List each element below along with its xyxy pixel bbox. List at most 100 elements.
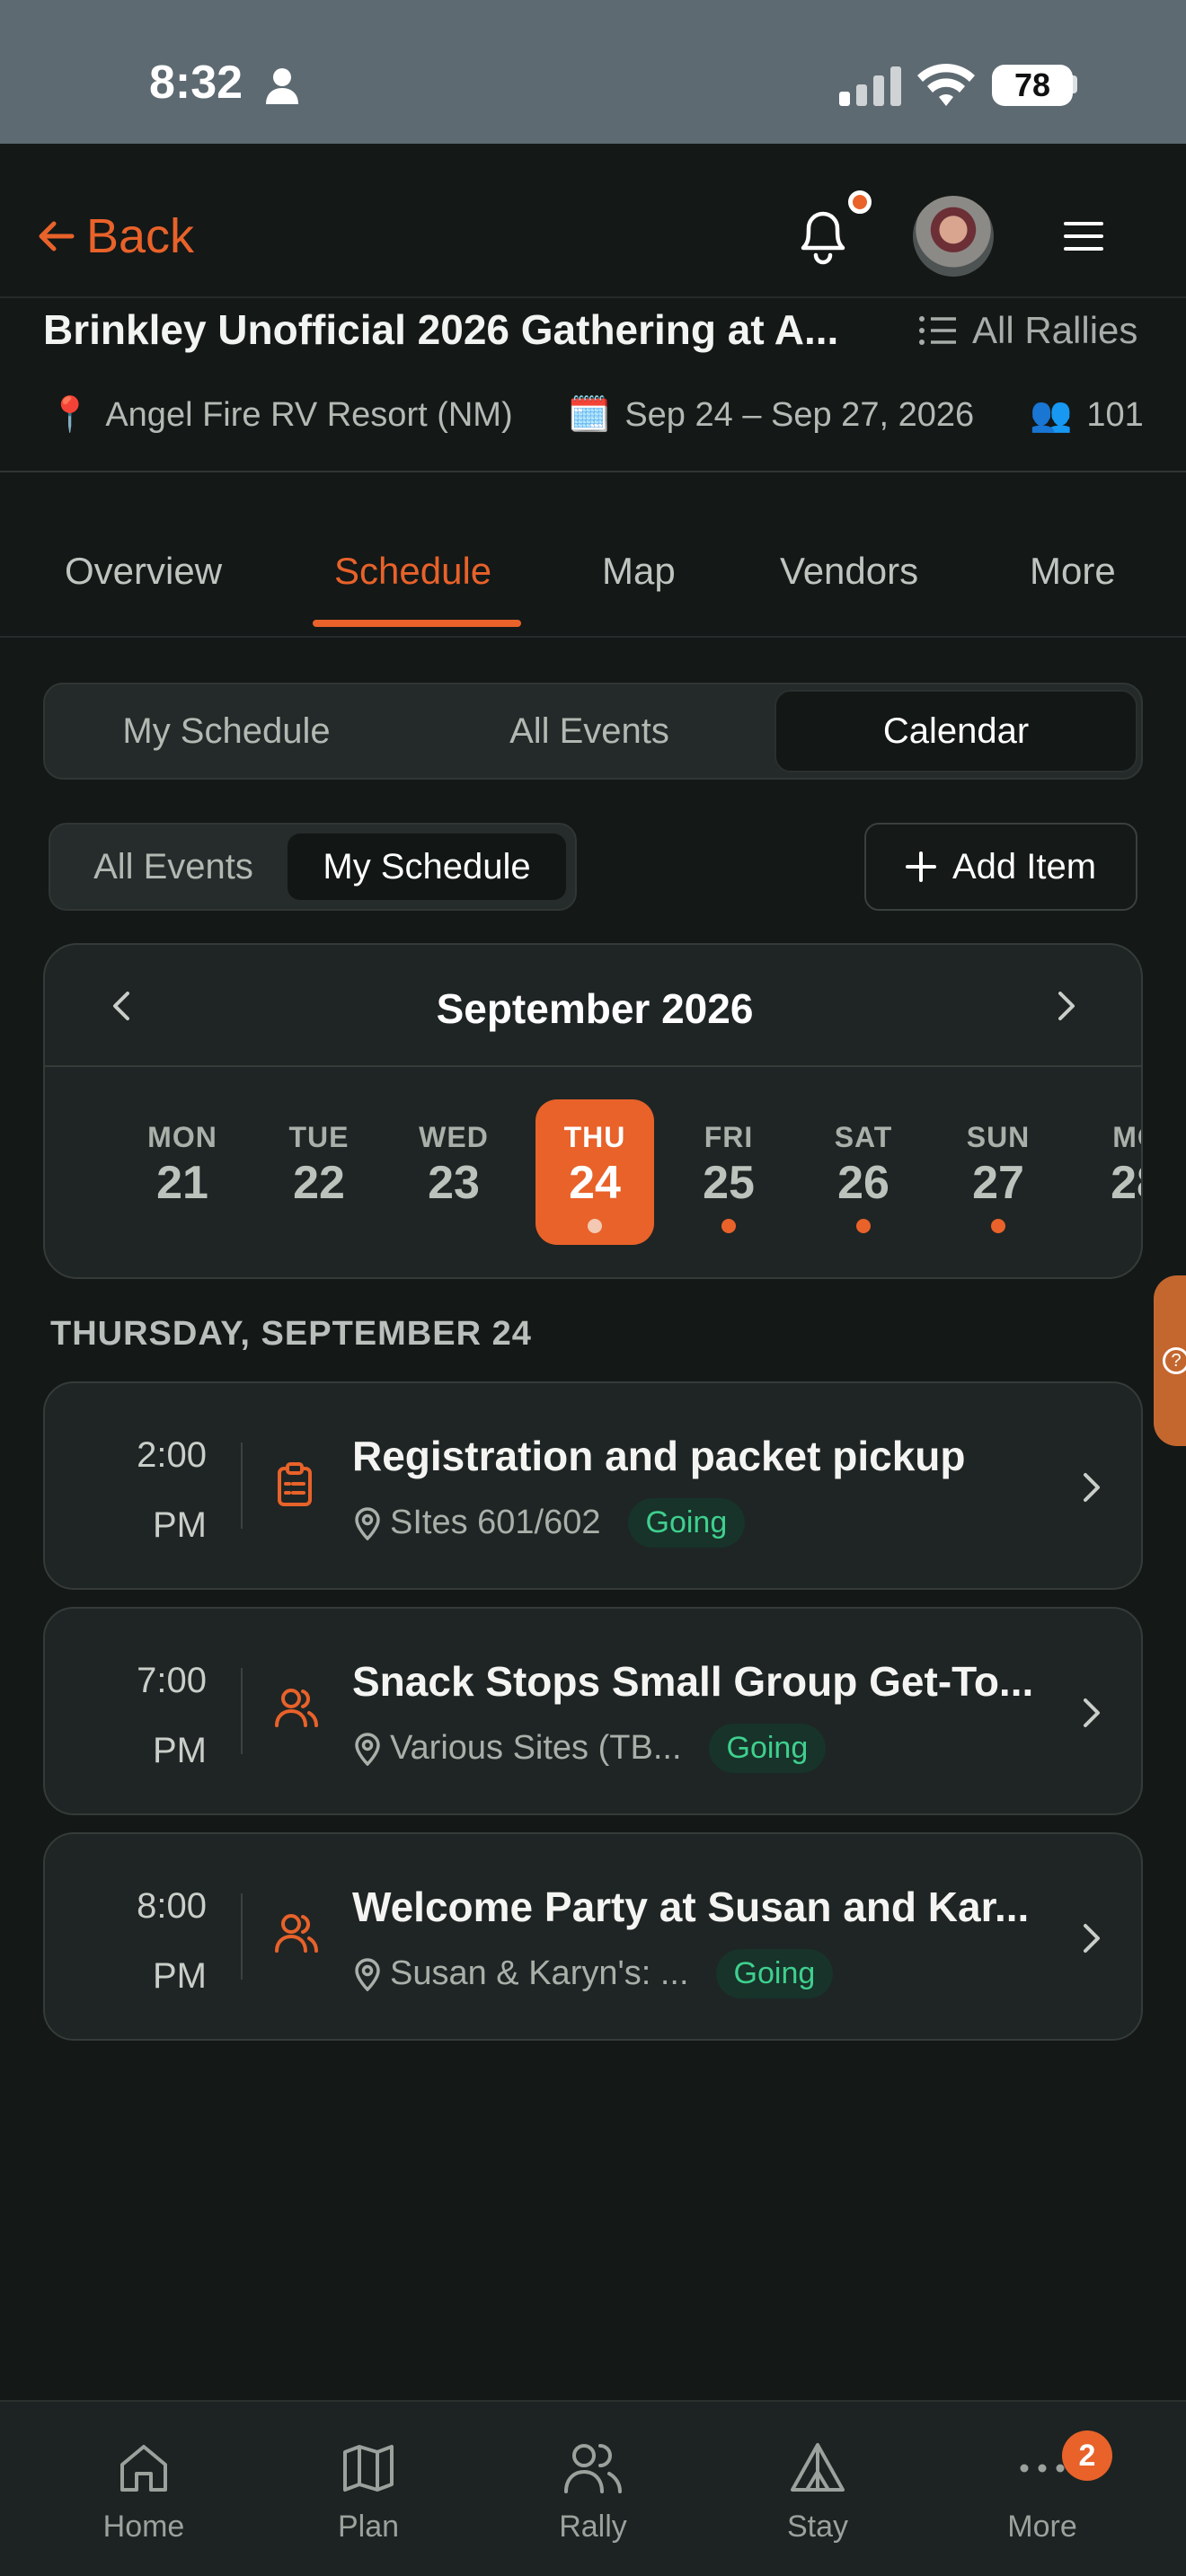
back-button[interactable]: Back [36, 208, 194, 264]
event-card[interactable]: 2:00 PM Registration and packet pickup S… [43, 1381, 1143, 1590]
event-card[interactable]: 8:00 PM Welcome Party at Susan and Kar..… [43, 1832, 1143, 2041]
event-location-text: Various Sites (TB... [390, 1729, 682, 1767]
help-tab[interactable]: ? [1154, 1275, 1186, 1446]
chevron-right-icon [1080, 1697, 1103, 1734]
day-cell[interactable]: MO 28 [1078, 1121, 1141, 1210]
status-badge: Going [715, 1949, 834, 1998]
add-item-button[interactable]: Add Item [864, 823, 1137, 911]
day-cell[interactable]: SAT 26 [805, 1121, 922, 1233]
status-badge: Going [708, 1724, 827, 1773]
day-number: 28 [1111, 1157, 1141, 1209]
week-calendar: September 2026 IN 0 MON 21 TUE 22 WED 23… [43, 943, 1143, 1279]
day-cell[interactable]: WED 23 [395, 1121, 512, 1210]
tab-overview[interactable]: Overview [65, 550, 222, 593]
nav-stay[interactable]: Stay [728, 2402, 907, 2576]
day-of-week: MON [147, 1121, 217, 1153]
tab-map[interactable]: Map [602, 550, 676, 593]
people-icon: 👥 [1030, 396, 1073, 434]
rally-title: Brinkley Unofficial 2026 Gathering at A.… [43, 306, 839, 353]
day-cell[interactable]: SUN 27 [940, 1121, 1057, 1233]
event-dot [856, 1219, 871, 1233]
day-number: 25 [703, 1157, 755, 1209]
more-badge: 2 [1062, 2430, 1112, 2481]
location-pin-icon [355, 1732, 380, 1766]
day-cell[interactable]: IN 0 [45, 1121, 90, 1210]
calendar-month-label: September 2026 [436, 985, 754, 1032]
nav-rally-label: Rally [559, 2510, 627, 2544]
nav-plan[interactable]: Plan [279, 2402, 458, 2576]
cellular-signal-icon [839, 66, 902, 110]
tab-vendors[interactable]: Vendors [780, 550, 918, 593]
list-icon [919, 316, 956, 345]
segment-my-schedule[interactable]: My Schedule [45, 684, 408, 778]
map-icon [343, 2445, 394, 2492]
back-label: Back [86, 209, 195, 263]
status-time: 8:32 [149, 57, 243, 109]
event-location: Various Sites (TB... Going [354, 1724, 827, 1773]
chevron-right-icon [1080, 1471, 1103, 1508]
rally-location: 📍 Angel Fire RV Resort (NM) [49, 395, 513, 435]
event-time: 7:00 [137, 1661, 207, 1700]
event-location: Susan & Karyn's: ... Going [354, 1949, 834, 1998]
filter-segmented-control: All Events My Schedule [49, 823, 577, 911]
tab-schedule[interactable]: Schedule [334, 550, 491, 593]
day-cell[interactable]: FRI 25 [670, 1121, 787, 1233]
tabs-divider [0, 636, 1186, 638]
bottom-navigation: Home Plan Rally Stay More [0, 2400, 1186, 2576]
battery-indicator: 78 [992, 65, 1073, 106]
tab-more[interactable]: More [1030, 550, 1116, 593]
nav-rally[interactable]: Rally [503, 2402, 683, 2576]
people-icon [564, 2444, 622, 2493]
segment-calendar[interactable]: Calendar [774, 684, 1137, 778]
battery-tip [1071, 75, 1077, 93]
chevron-right-icon[interactable] [1053, 990, 1080, 1027]
hamburger-menu-icon[interactable] [1064, 221, 1103, 256]
day-of-week: MO [1112, 1121, 1141, 1153]
event-dot [991, 1219, 1005, 1233]
day-of-week: WED [419, 1121, 489, 1153]
event-title: Registration and packet pickup [352, 1433, 966, 1479]
event-card[interactable]: 7:00 PM Snack Stops Small Group Get-To..… [43, 1607, 1143, 1815]
day-number: 27 [972, 1157, 1024, 1209]
person-icon [264, 66, 300, 110]
event-ampm: PM [153, 1956, 207, 1996]
active-tab-indicator [313, 620, 521, 627]
avatar[interactable] [913, 196, 994, 277]
location-pin-icon [355, 1506, 380, 1540]
event-dot [588, 1219, 602, 1233]
event-title: Welcome Party at Susan and Kar... [352, 1883, 1030, 1930]
group-icon [275, 1688, 318, 1732]
status-badge: Going [627, 1498, 746, 1548]
event-time: 2:00 [137, 1435, 207, 1475]
nav-more-label: More [1007, 2510, 1077, 2544]
day-of-week: SAT [834, 1121, 893, 1153]
nav-stay-label: Stay [786, 2510, 849, 2544]
event-divider [241, 1668, 243, 1754]
nav-plan-label: Plan [337, 2510, 400, 2544]
day-cell[interactable]: TUE 22 [261, 1121, 377, 1210]
day-of-week: FRI [704, 1121, 754, 1153]
all-rallies-link[interactable]: All Rallies [918, 309, 1137, 352]
notifications-bell-icon[interactable] [794, 203, 852, 270]
rally-dates: 🗓️ Sep 24 – Sep 27, 2026 [568, 395, 974, 435]
arrow-left-icon [39, 221, 75, 251]
filter-my-schedule[interactable]: My Schedule [288, 834, 566, 900]
all-rallies-label: All Rallies [972, 309, 1138, 351]
tent-icon [791, 2443, 845, 2492]
day-cell[interactable]: MON 21 [124, 1121, 241, 1210]
view-segmented-control: My Schedule All Events Calendar [43, 683, 1143, 780]
chevron-right-icon [1080, 1922, 1103, 1959]
day-number: 21 [156, 1157, 208, 1209]
filter-all-events[interactable]: All Events [59, 825, 288, 909]
event-location: SItes 601/602 Going [354, 1498, 746, 1548]
day-cell-selected[interactable]: THU 24 [535, 1099, 654, 1245]
nav-more[interactable]: More [952, 2402, 1132, 2576]
rally-location-text: Angel Fire RV Resort (NM) [105, 395, 513, 434]
nav-home[interactable]: Home [54, 2402, 234, 2576]
segment-all-events[interactable]: All Events [408, 684, 771, 778]
day-heading: THURSDAY, SEPTEMBER 24 [50, 1315, 532, 1353]
day-of-week: THU [563, 1121, 626, 1153]
day-of-week: SUN [966, 1121, 1031, 1153]
event-location-text: SItes 601/602 [390, 1504, 601, 1541]
rally-dates-text: Sep 24 – Sep 27, 2026 [624, 395, 975, 434]
